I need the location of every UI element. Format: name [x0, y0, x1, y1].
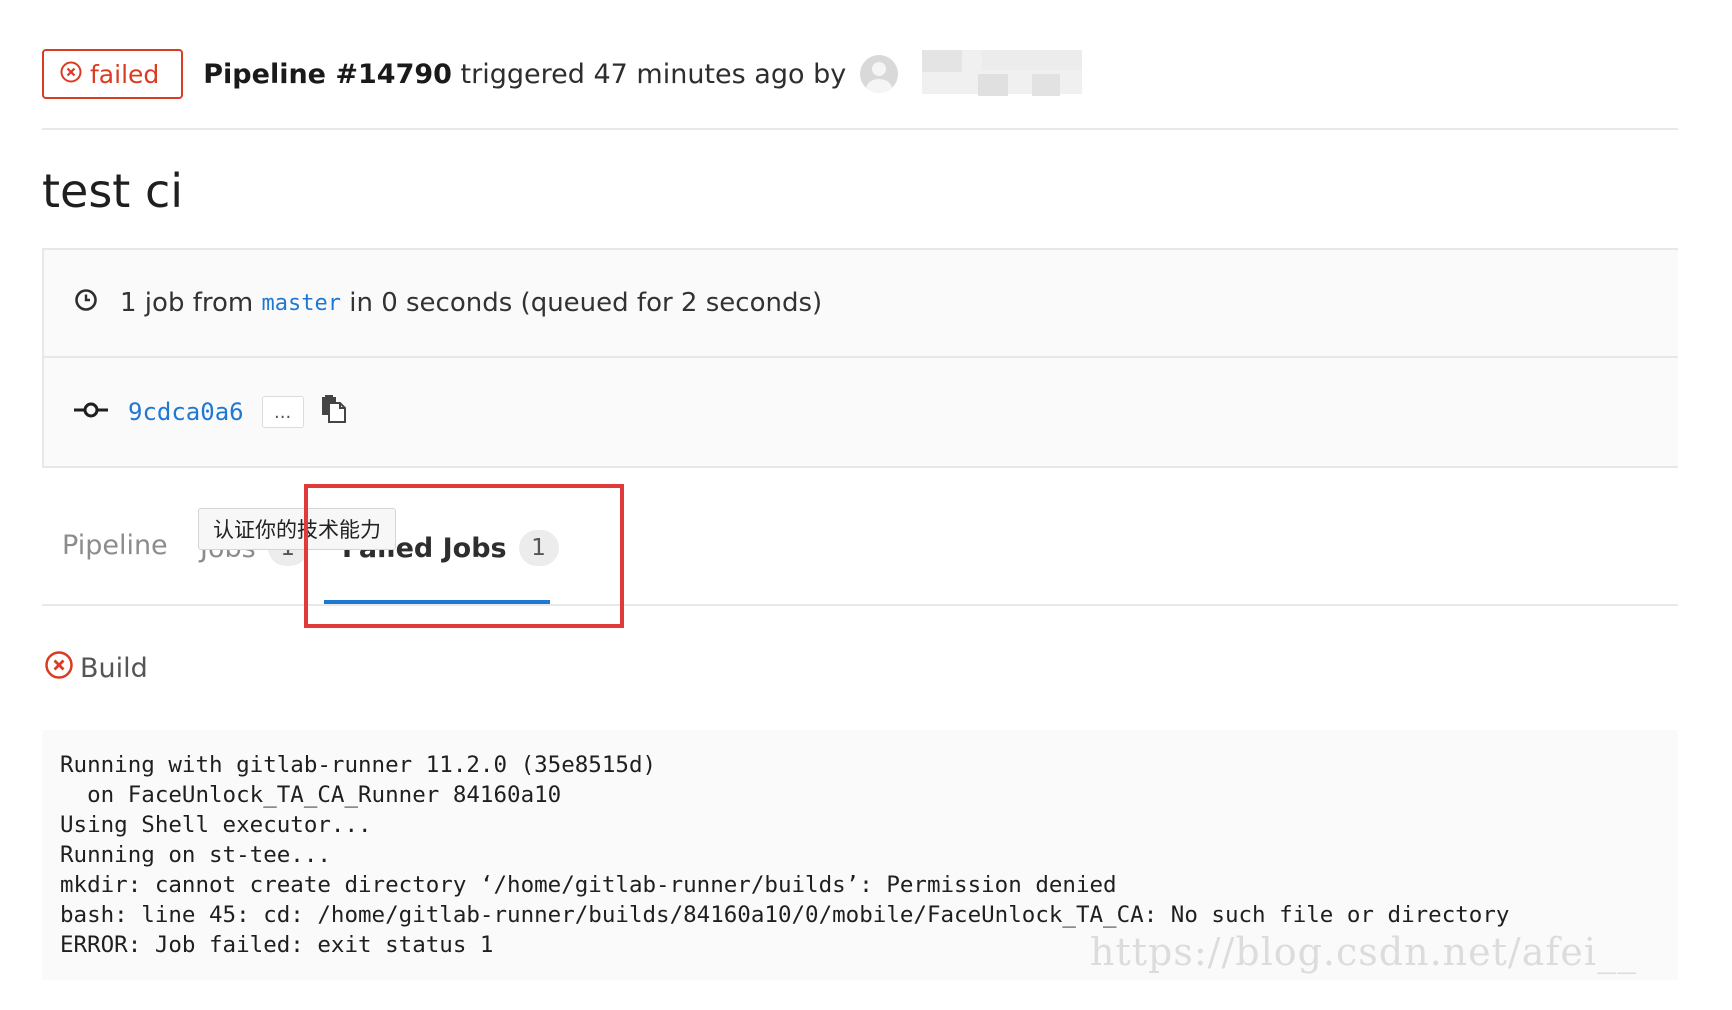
job-count: 1 job from: [120, 288, 254, 318]
commit-icon: [74, 398, 108, 426]
timing-text: in 0 seconds (queued for 2 seconds): [349, 288, 823, 318]
clock-icon: [74, 288, 98, 319]
log-line: on FaceUnlock_TA_CA_Runner 84160a10: [60, 782, 562, 808]
log-line: Running on st-tee...: [60, 842, 331, 868]
clipboard-icon[interactable]: [320, 395, 348, 429]
failed-job-header[interactable]: Build: [44, 650, 148, 687]
watermark: https://blog.csdn.net/afei__: [1090, 930, 1638, 974]
commit-row: 9cdca0a6 ...: [74, 358, 348, 466]
expand-commit-button[interactable]: ...: [261, 396, 304, 428]
failed-job-name: Build: [80, 653, 148, 684]
page-title: test ci: [42, 164, 184, 218]
log-line: bash: line 45: cd: /home/gitlab-runner/b…: [60, 902, 1510, 928]
avatar[interactable]: [860, 55, 899, 93]
pipeline-summary: Pipeline #14790 triggered 47 minutes ago…: [203, 59, 846, 90]
annotation-highlight-box: [304, 484, 624, 628]
status-label: failed: [90, 59, 160, 89]
log-line: Running with gitlab-runner 11.2.0 (35e85…: [60, 752, 657, 778]
trigger-text: triggered 47 minutes ago by: [460, 58, 847, 90]
header-divider: [42, 128, 1678, 130]
status-badge[interactable]: failed: [42, 49, 184, 99]
blurred-username: [922, 46, 1102, 102]
log-line: Using Shell executor...: [60, 812, 372, 838]
job-summary-row: 1 job from master in 0 seconds (queued f…: [74, 250, 822, 356]
branch-link[interactable]: master: [261, 291, 340, 316]
commit-sha-link[interactable]: 9cdca0a6: [128, 398, 244, 426]
status-failed-icon: [44, 650, 74, 687]
pipeline-info-box: 1 job from master in 0 seconds (queued f…: [42, 248, 1678, 468]
tab-pipeline[interactable]: Pipeline: [62, 530, 168, 561]
pipeline-id: Pipeline #14790: [203, 58, 452, 90]
pipeline-header: failed Pipeline #14790 triggered 47 minu…: [42, 46, 1678, 102]
log-line: mkdir: cannot create directory ‘/home/gi…: [60, 872, 1117, 898]
tab-label: Pipeline: [62, 530, 168, 561]
tabs-divider: [42, 604, 1678, 606]
status-failed-icon: [60, 60, 82, 89]
